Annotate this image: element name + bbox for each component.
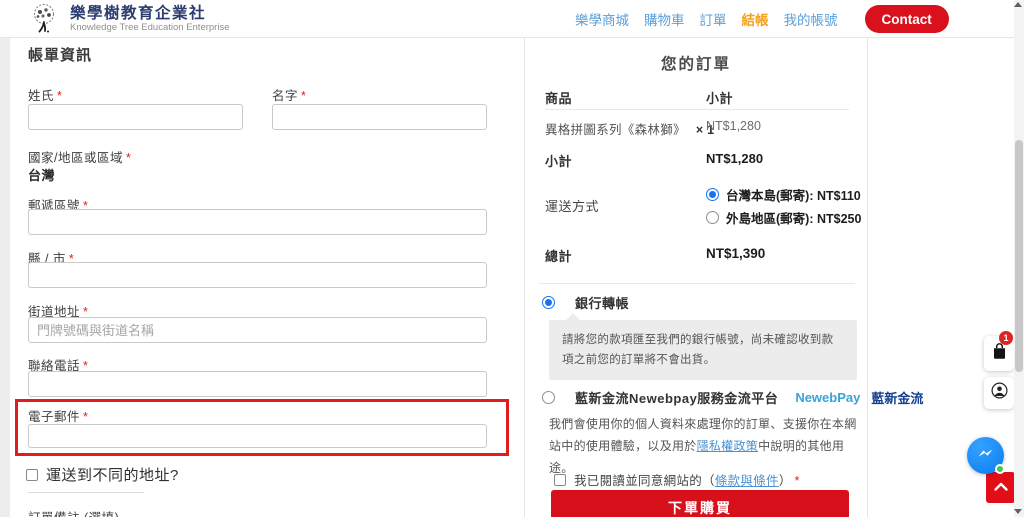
first-name-label: 名字* xyxy=(272,85,306,104)
contact-button[interactable]: Contact xyxy=(865,5,949,33)
country-value: 台灣 xyxy=(28,165,55,184)
shipping-option-main-island[interactable]: 台灣本島(郵寄): NT$110 xyxy=(706,185,861,204)
total-value: NT$1,390 xyxy=(706,246,765,261)
divider xyxy=(539,283,855,284)
messenger-icon xyxy=(975,443,996,469)
terms-link[interactable]: 條款與條件 xyxy=(715,474,779,488)
brand-subtitle: Knowledge Tree Education Enterprise xyxy=(70,22,230,33)
email-input[interactable] xyxy=(28,424,487,448)
street-input[interactable] xyxy=(28,317,487,343)
checkbox-icon[interactable] xyxy=(26,469,38,481)
postcode-input[interactable] xyxy=(28,209,487,235)
required-asterisk: * xyxy=(83,410,88,424)
radio-selected-icon[interactable] xyxy=(542,296,555,309)
last-name-input[interactable] xyxy=(28,104,243,130)
country-label: 國家/地區或區域* xyxy=(28,147,131,166)
divider xyxy=(545,109,849,110)
brand[interactable]: 樂學樹教育企業社 Knowledge Tree Education Enterp… xyxy=(28,2,230,35)
privacy-policy-link[interactable]: 隱私權政策 xyxy=(697,439,759,453)
shopping-bag-icon xyxy=(991,342,1008,365)
shipping-method-label: 運送方式 xyxy=(545,196,599,215)
order-item-name: 異格拼圖系列《森林獅》× 1 xyxy=(545,119,714,138)
ship-different-label: 運送到不同的地址? xyxy=(46,464,179,485)
nav-item-orders[interactable]: 訂單 xyxy=(700,9,727,29)
cart-count-badge: 1 xyxy=(999,331,1013,345)
payment-option-bank-transfer[interactable]: 銀行轉帳 xyxy=(542,293,629,312)
divider xyxy=(28,492,144,493)
nav-item-account[interactable]: 我的帳號 xyxy=(784,9,838,29)
radio-selected-icon[interactable] xyxy=(706,188,719,201)
billing-section-title: 帳單資訊 xyxy=(28,44,92,65)
city-input[interactable] xyxy=(28,262,487,288)
nav-item-shop[interactable]: 樂學商城 xyxy=(575,9,629,29)
required-asterisk: * xyxy=(126,151,131,165)
first-name-input[interactable] xyxy=(272,104,487,130)
scroll-down-icon[interactable] xyxy=(1014,509,1022,514)
subtotal-label: 小計 xyxy=(545,151,572,170)
brand-title: 樂學樹教育企業社 xyxy=(70,5,230,22)
online-status-dot xyxy=(995,464,1005,474)
required-asterisk: * xyxy=(57,89,62,103)
radio-icon[interactable] xyxy=(706,211,719,224)
chevron-up-icon xyxy=(993,480,1009,495)
nav-item-checkout[interactable]: 結帳 xyxy=(742,9,769,29)
scroll-up-icon[interactable] xyxy=(1014,2,1022,7)
product-column-header: 商品 xyxy=(545,88,572,107)
newebpay-logo: NewebPay xyxy=(795,390,860,405)
subtotal-column-header: 小計 xyxy=(706,88,733,107)
bank-transfer-note: 請將您的款項匯至我們的銀行帳號，尚未確認收到款項之前您的訂單將不會出貨。 xyxy=(549,320,857,380)
ship-different-row[interactable]: 運送到不同的地址? xyxy=(26,464,179,485)
newebpay-logo-suffix: 藍新金流 xyxy=(871,388,923,407)
scrollbar[interactable] xyxy=(1014,0,1024,517)
tree-logo-icon xyxy=(28,2,61,35)
last-name-label: 姓氏* xyxy=(28,85,62,104)
total-label: 總計 xyxy=(545,246,572,265)
terms-agreement-row[interactable]: 我已閱讀並同意網站的（條款與條件）* xyxy=(554,470,800,489)
order-notes-label: 訂單備註 (選填) xyxy=(28,507,119,517)
page-gutter xyxy=(0,38,10,517)
payment-option-newebpay[interactable]: 藍新金流Newebpay服務金流平台 NewebPay 藍新金流 xyxy=(542,388,923,407)
back-to-top-button[interactable] xyxy=(986,472,1015,503)
scrollbar-thumb[interactable] xyxy=(1015,140,1023,372)
main-nav: 樂學商城 購物車 訂單 結帳 我的帳號 Contact xyxy=(575,0,949,38)
required-asterisk: * xyxy=(301,89,306,103)
order-item-price: NT$1,280 xyxy=(706,119,761,133)
required-asterisk: * xyxy=(795,474,800,488)
floating-account-button[interactable] xyxy=(984,377,1014,409)
order-title: 您的訂單 xyxy=(525,52,867,74)
checkbox-icon[interactable] xyxy=(554,474,566,486)
email-label: 電子郵件* xyxy=(28,406,88,425)
radio-icon[interactable] xyxy=(542,391,555,404)
terms-text: 我已閱讀並同意網站的（條款與條件）* xyxy=(574,470,800,489)
shipping-option-outlying-island[interactable]: 外島地區(郵寄): NT$250 xyxy=(706,208,861,227)
brand-text: 樂學樹教育企業社 Knowledge Tree Education Enterp… xyxy=(70,5,230,33)
subtotal-value: NT$1,280 xyxy=(706,151,763,166)
site-header: 樂學樹教育企業社 Knowledge Tree Education Enterp… xyxy=(0,0,1016,38)
nav-item-cart[interactable]: 購物車 xyxy=(644,9,685,29)
phone-input[interactable] xyxy=(28,371,487,397)
order-summary-panel: 您的訂單 商品 小計 異格拼圖系列《森林獅》× 1 NT$1,280 小計 NT… xyxy=(524,38,868,517)
account-icon xyxy=(991,382,1008,404)
place-order-button[interactable]: 下單購買 xyxy=(551,490,849,517)
